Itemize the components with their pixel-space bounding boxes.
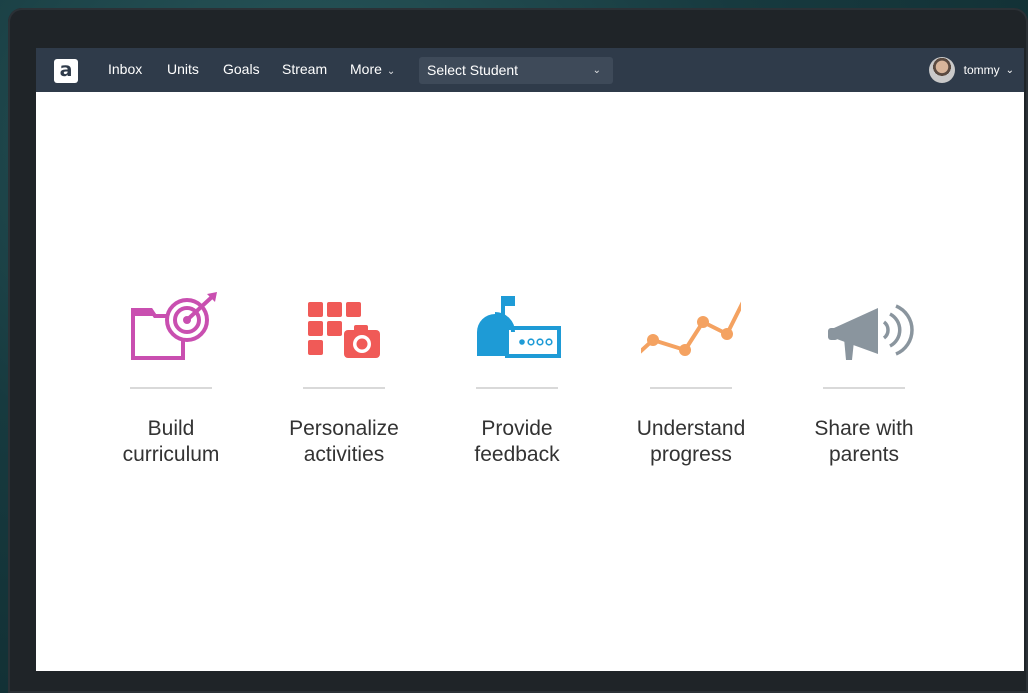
app-logo[interactable]: a bbox=[54, 59, 78, 83]
feature-label-line1: Share with bbox=[814, 417, 914, 440]
select-student-value: Select Student bbox=[427, 62, 519, 78]
chevron-down-icon: ⌄ bbox=[1005, 64, 1014, 76]
avatar bbox=[928, 57, 955, 83]
nav-item-stream[interactable]: Stream bbox=[282, 61, 327, 77]
feature-label-line2: feedback bbox=[474, 443, 560, 466]
nav-item-label: Goals bbox=[223, 61, 260, 77]
chevron-down-icon: ⌄ bbox=[592, 65, 601, 76]
nav-item-label: Inbox bbox=[108, 61, 143, 77]
feature-label: Build curriculum bbox=[86, 416, 256, 468]
app-screen: a Inbox Units Goals Stream More ⌄ Select … bbox=[36, 48, 1024, 671]
nav-item-label: Units bbox=[167, 61, 199, 77]
feature-label: Provide feedback bbox=[432, 416, 602, 468]
top-navbar: a Inbox Units Goals Stream More ⌄ Select … bbox=[36, 48, 1024, 92]
nav-item-inbox[interactable]: Inbox bbox=[108, 61, 142, 77]
feature-label: Personalize activities bbox=[259, 416, 429, 468]
user-menu[interactable]: tommy ⌄ bbox=[928, 57, 1014, 83]
feature-label-line1: Understand bbox=[636, 417, 746, 440]
feature-label-line1: Provide bbox=[481, 417, 553, 440]
laptop-frame: a Inbox Units Goals Stream More ⌄ Select … bbox=[8, 8, 1028, 693]
mailbox-icon bbox=[477, 296, 561, 358]
chevron-down-icon: ⌄ bbox=[386, 66, 396, 77]
feature-label-line2: activities bbox=[303, 443, 385, 466]
feature-divider bbox=[476, 387, 558, 389]
feature-label-line1: Personalize bbox=[289, 417, 399, 440]
nav-item-more[interactable]: More ⌄ bbox=[350, 61, 395, 77]
feature-label-line2: progress bbox=[650, 443, 732, 466]
feature-divider bbox=[823, 387, 905, 389]
nav-item-goals[interactable]: Goals bbox=[223, 61, 260, 77]
feature-divider bbox=[650, 387, 732, 389]
feature-divider bbox=[130, 387, 212, 389]
feature-label: Share with parents bbox=[779, 416, 949, 468]
megaphone-icon bbox=[828, 304, 914, 360]
nav-item-label: Stream bbox=[282, 61, 328, 77]
feature-label-line2: parents bbox=[828, 443, 900, 466]
user-name: tommy bbox=[963, 63, 1000, 77]
nav-item-units[interactable]: Units bbox=[167, 61, 199, 77]
feature-list: Build curriculum Personalize activities … bbox=[86, 278, 966, 478]
select-student-dropdown[interactable]: Select Student ⌄ bbox=[419, 57, 613, 84]
feature-label: Understand progress bbox=[606, 416, 776, 468]
feature-label-line2: curriculum bbox=[122, 443, 220, 466]
feature-label-line1: Build bbox=[147, 417, 195, 440]
nav-item-label: More bbox=[350, 61, 382, 77]
line-graph-icon bbox=[641, 301, 741, 356]
feature-divider bbox=[303, 387, 385, 389]
grid-camera-icon bbox=[308, 302, 380, 358]
target-folder-icon bbox=[131, 292, 217, 360]
